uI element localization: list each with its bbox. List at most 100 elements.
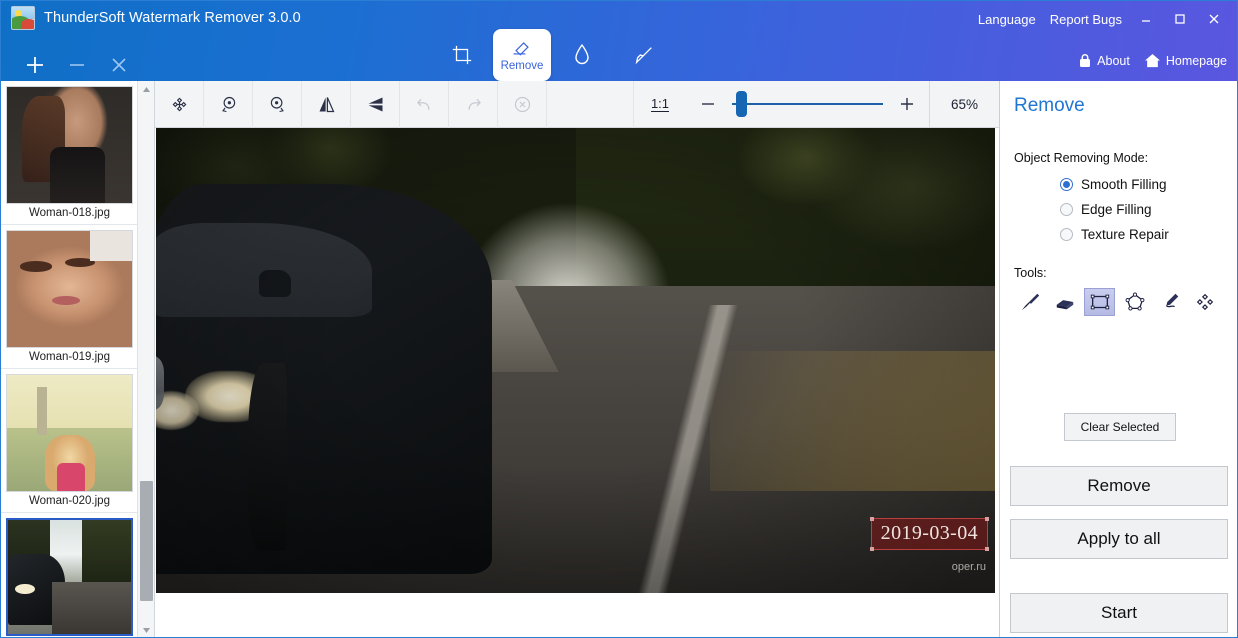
thumbnail-label: Woman-018.jpg [29, 207, 110, 219]
list-item[interactable]: Woman-018.jpg [1, 81, 138, 225]
pan-tool-button[interactable] [155, 81, 204, 128]
brush-tool-button[interactable] [1014, 288, 1045, 316]
help-links-group: About Homepage [1078, 53, 1227, 68]
tab-blur[interactable] [551, 29, 613, 81]
radio-indicator [1060, 203, 1073, 216]
thumbnail-image [6, 374, 133, 492]
remove-panel: Remove Object Removing Mode: Smooth Fill… [999, 81, 1238, 638]
sidebar-scrollbar[interactable] [137, 81, 154, 638]
chevron-up-icon[interactable] [138, 81, 155, 98]
polygon-tool-button[interactable] [1119, 288, 1150, 316]
flip-horizontal-icon [316, 94, 337, 115]
image-canvas[interactable]: 2019-03-04 oper.ru [155, 128, 999, 638]
scrollbar-thumb[interactable] [140, 481, 153, 601]
remove-file-button[interactable] [65, 53, 89, 77]
actual-size-label: 1:1 [651, 97, 669, 112]
cancel-circle-icon [512, 94, 533, 115]
start-button[interactable]: Start [1010, 593, 1228, 633]
zoom-slider[interactable] [730, 81, 885, 128]
rotate-left-icon [218, 94, 239, 115]
watermark-source-text: oper.ru [952, 561, 986, 573]
thumbnail-list: Woman-018.jpg Woman-019.jpg Wo [1, 81, 138, 638]
clear-selected-button[interactable]: Clear Selected [1064, 413, 1176, 441]
apply-to-all-button[interactable]: Apply to all [1010, 519, 1228, 559]
rectangle-tool-button[interactable] [1084, 288, 1115, 316]
rectangle-icon [1089, 291, 1111, 313]
list-item[interactable]: Woman-020.jpg [1, 369, 138, 513]
radio-texture-repair[interactable]: Texture Repair [1060, 227, 1225, 242]
add-files-button[interactable] [23, 53, 47, 77]
photo-icon [11, 6, 35, 30]
thumbnail-image [6, 86, 133, 204]
zoom-slider-track [732, 103, 883, 105]
rotate-right-icon [267, 94, 288, 115]
pen-icon [1159, 291, 1181, 313]
home-icon [1144, 53, 1161, 68]
zoom-in-button[interactable] [885, 81, 929, 128]
flip-vertical-icon [365, 94, 386, 115]
move-icon [1194, 291, 1216, 313]
application-window: ThunderSoft Watermark Remover 3.0.0 Lang… [0, 0, 1238, 638]
title-bar: ThunderSoft Watermark Remover 3.0.0 Lang… [1, 1, 1238, 81]
tab-remove-label: Remove [501, 60, 544, 72]
rotate-left-button[interactable] [204, 81, 253, 128]
window-controls-group: Language Report Bugs [971, 8, 1231, 30]
thumbnail-image [6, 230, 133, 348]
close-button[interactable] [1197, 8, 1231, 30]
zoom-level-label: 65% [929, 81, 999, 128]
remove-button[interactable]: Remove [1010, 466, 1228, 506]
toolbar-spacer [547, 81, 634, 128]
report-bugs-link[interactable]: Report Bugs [1043, 10, 1129, 29]
tab-brush[interactable] [613, 29, 675, 81]
redo-button[interactable] [449, 81, 498, 128]
zoom-out-button[interactable] [686, 81, 730, 128]
chevron-down-icon[interactable] [138, 622, 155, 638]
radio-label: Edge Filling [1081, 202, 1152, 217]
reset-button[interactable] [498, 81, 547, 128]
language-menu[interactable]: Language [971, 10, 1043, 29]
radio-smooth-filling[interactable]: Smooth Filling [1060, 177, 1225, 192]
canvas-toolbar: 1:1 65% [155, 81, 999, 128]
thumbnail-label: Woman-019.jpg [29, 351, 110, 363]
list-item[interactable]: Woman-019.jpg [1, 225, 138, 369]
flip-vertical-button[interactable] [351, 81, 400, 128]
radio-label: Texture Repair [1081, 227, 1169, 242]
tools-label: Tools: [1014, 266, 1225, 280]
list-item[interactable]: KillDozer.jpg [1, 513, 138, 638]
watermark-selection[interactable]: 2019-03-04 [871, 518, 988, 550]
rotate-right-button[interactable] [253, 81, 302, 128]
radio-indicator [1060, 178, 1073, 191]
move-tool-button[interactable] [1189, 288, 1220, 316]
about-button[interactable]: About [1078, 53, 1130, 68]
app-title-group: ThunderSoft Watermark Remover 3.0.0 [11, 6, 301, 30]
flip-horizontal-button[interactable] [302, 81, 351, 128]
canvas-photo[interactable]: 2019-03-04 oper.ru [156, 128, 995, 593]
actual-size-button[interactable]: 1:1 [634, 81, 686, 128]
pen-tool-button[interactable] [1154, 288, 1185, 316]
thumbnail-label: Woman-020.jpg [29, 495, 110, 507]
eraser-tool-button[interactable] [1049, 288, 1080, 316]
undo-button[interactable] [400, 81, 449, 128]
tab-crop[interactable] [431, 29, 493, 81]
object-removing-mode-group: Smooth Filling Edge Filling Texture Repa… [1014, 177, 1225, 242]
thumbnail-sidebar: Woman-018.jpg Woman-019.jpg Wo [1, 81, 155, 638]
move-icon [169, 94, 190, 115]
undo-icon [414, 94, 435, 115]
minimize-button[interactable] [1129, 8, 1163, 30]
mode-tabs: Remove [431, 29, 675, 81]
watermark-text: 2019-03-04 [881, 522, 978, 544]
clear-files-button[interactable] [107, 53, 131, 77]
maximize-button[interactable] [1163, 8, 1197, 30]
homepage-button[interactable]: Homepage [1144, 53, 1227, 68]
object-removing-mode-label: Object Removing Mode: [1014, 151, 1225, 165]
lock-icon [1078, 53, 1092, 68]
radio-indicator [1060, 228, 1073, 241]
page-title: ThunderSoft Watermark Remover 3.0.0 [44, 10, 301, 26]
zoom-slider-handle[interactable] [736, 91, 747, 117]
radio-edge-filling[interactable]: Edge Filling [1060, 202, 1225, 217]
homepage-label: Homepage [1166, 54, 1227, 68]
brush-icon [1019, 291, 1041, 313]
tab-remove[interactable]: Remove [493, 29, 551, 81]
eraser-icon [1054, 291, 1076, 313]
tools-group [1014, 288, 1225, 316]
